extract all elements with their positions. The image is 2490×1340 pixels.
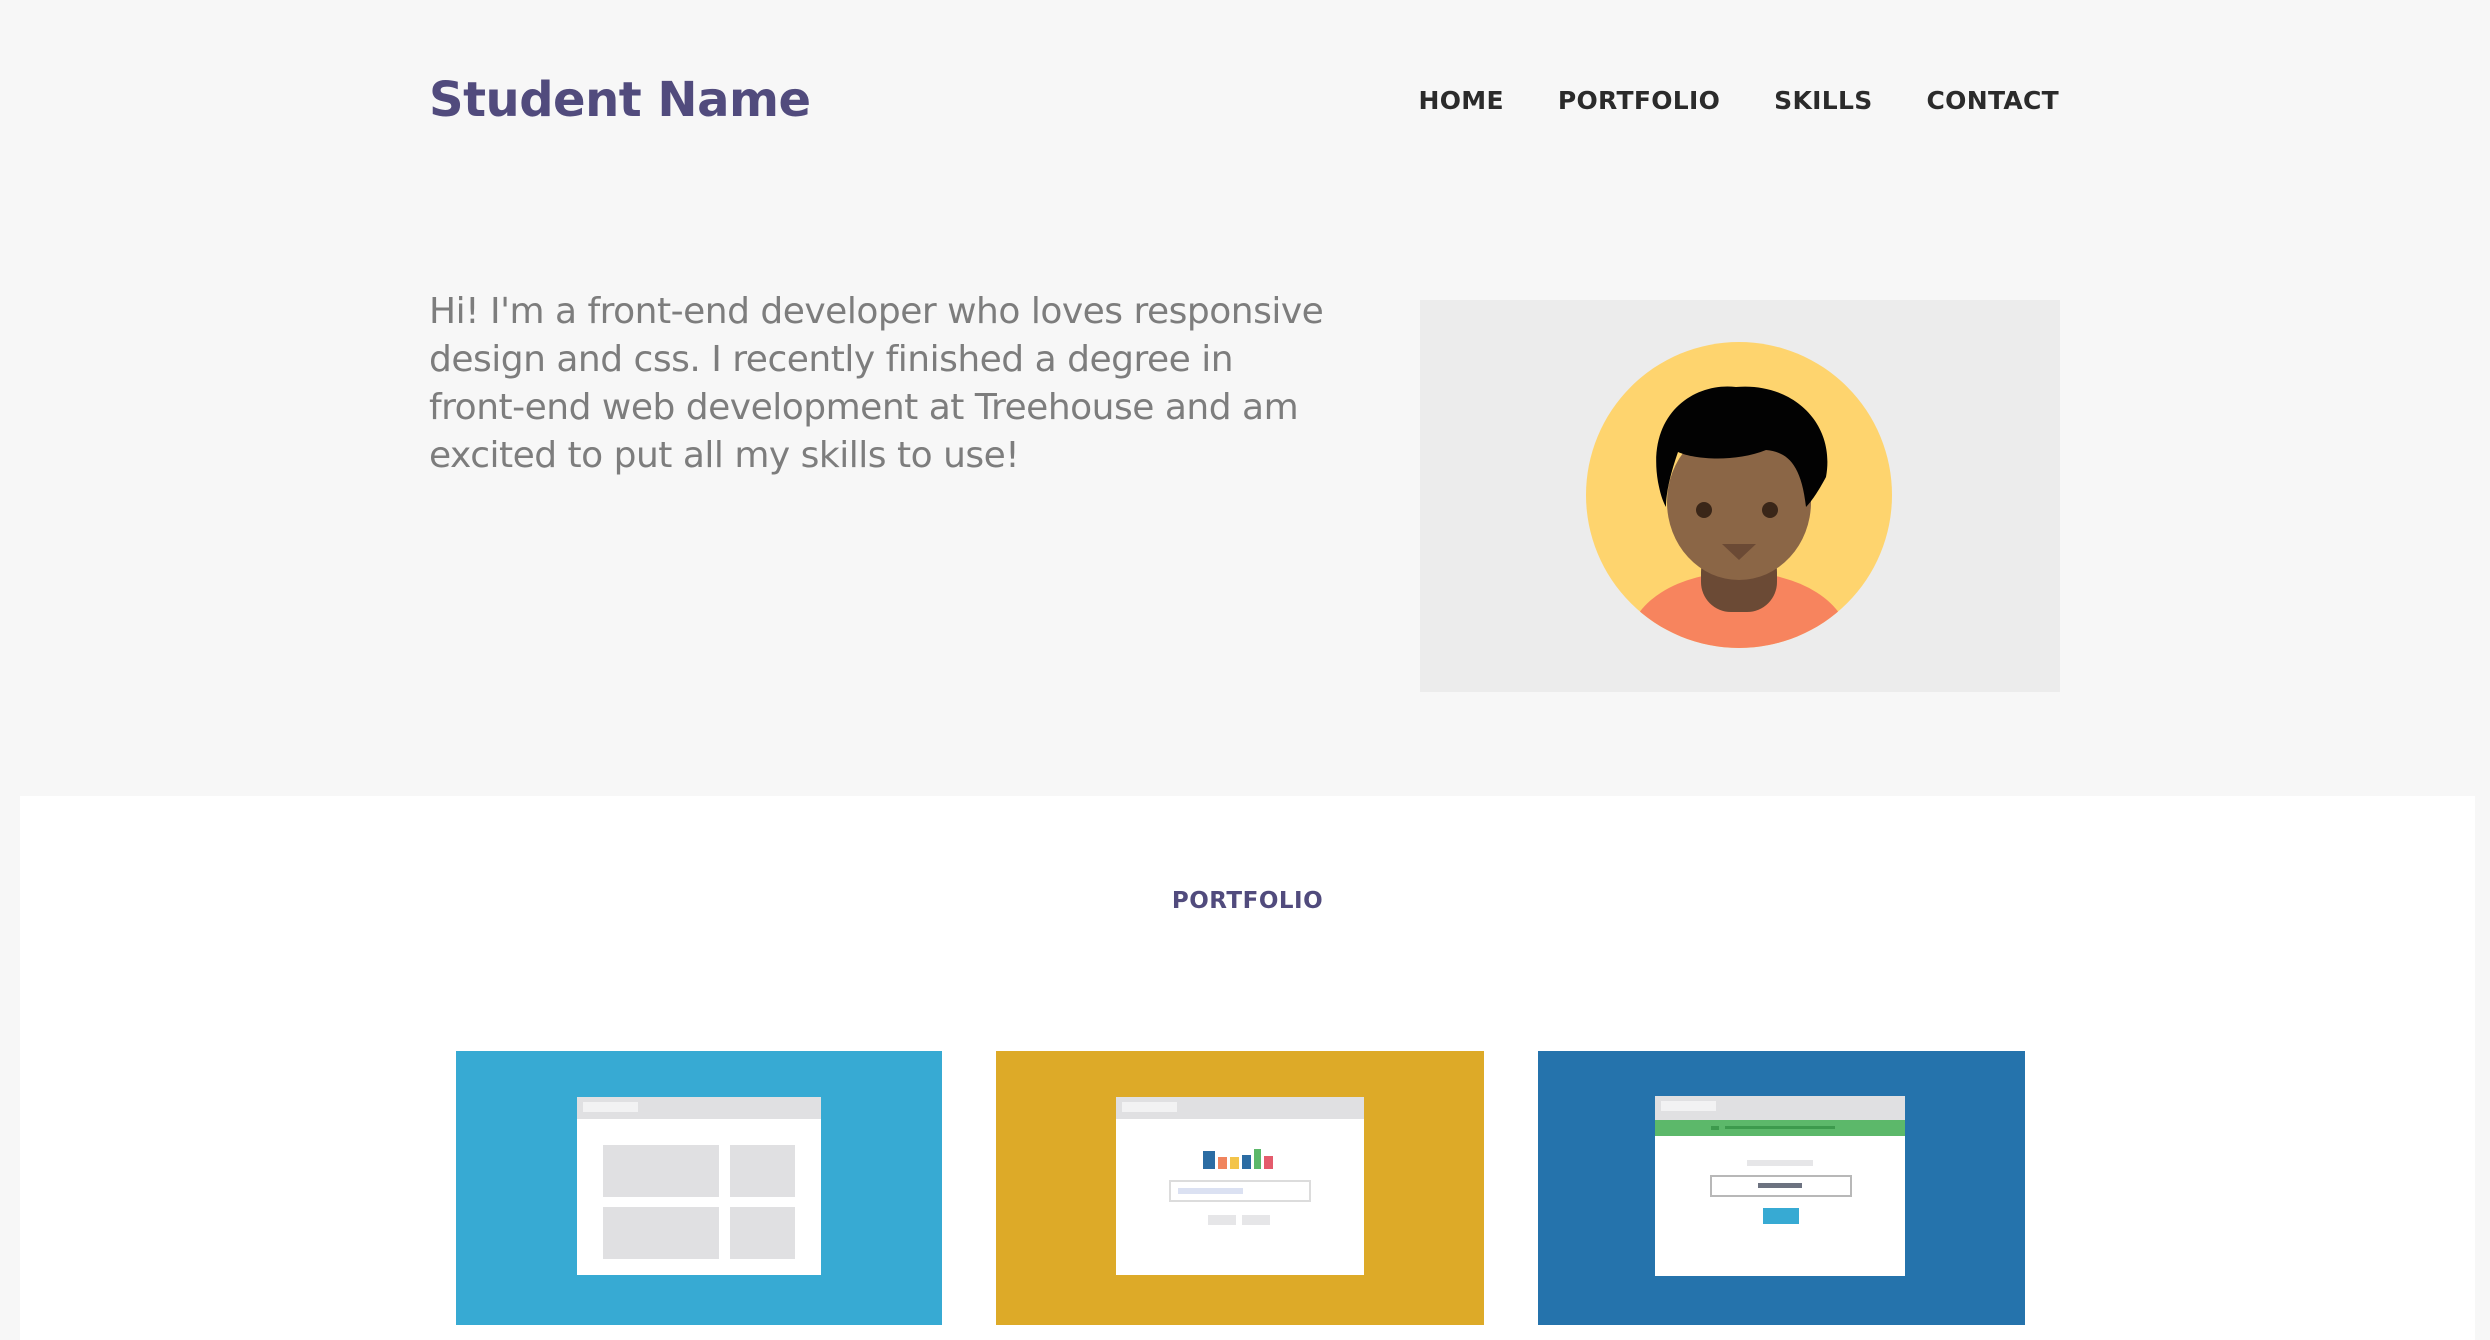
nav-home[interactable]: HOME	[1419, 86, 1504, 115]
avatar-panel	[1420, 300, 2060, 692]
main-nav: HOME PORTFOLIO SKILLS CONTACT	[1419, 86, 2059, 115]
signup-form-icon	[1655, 1096, 1905, 1276]
nav-skills[interactable]: SKILLS	[1774, 86, 1872, 115]
bar-chart-form-icon	[1116, 1097, 1364, 1275]
portfolio-section: PORTFOLIO	[20, 796, 2475, 1340]
brand-name[interactable]: Student Name	[429, 72, 811, 128]
portfolio-card-1[interactable]	[456, 1051, 942, 1325]
site-header: Student Name HOME PORTFOLIO SKILLS CONTA…	[429, 60, 2059, 140]
layout-grid-icon	[577, 1097, 821, 1275]
nav-contact[interactable]: CONTACT	[1927, 86, 2059, 115]
avatar-icon	[1586, 342, 1892, 648]
nav-portfolio[interactable]: PORTFOLIO	[1558, 86, 1720, 115]
portfolio-title: PORTFOLIO	[1171, 888, 1324, 914]
portfolio-card-3[interactable]	[1538, 1051, 2025, 1325]
intro-text: Hi! I'm a front-end developer who loves …	[429, 291, 1324, 476]
portfolio-card-2[interactable]	[996, 1051, 1484, 1325]
